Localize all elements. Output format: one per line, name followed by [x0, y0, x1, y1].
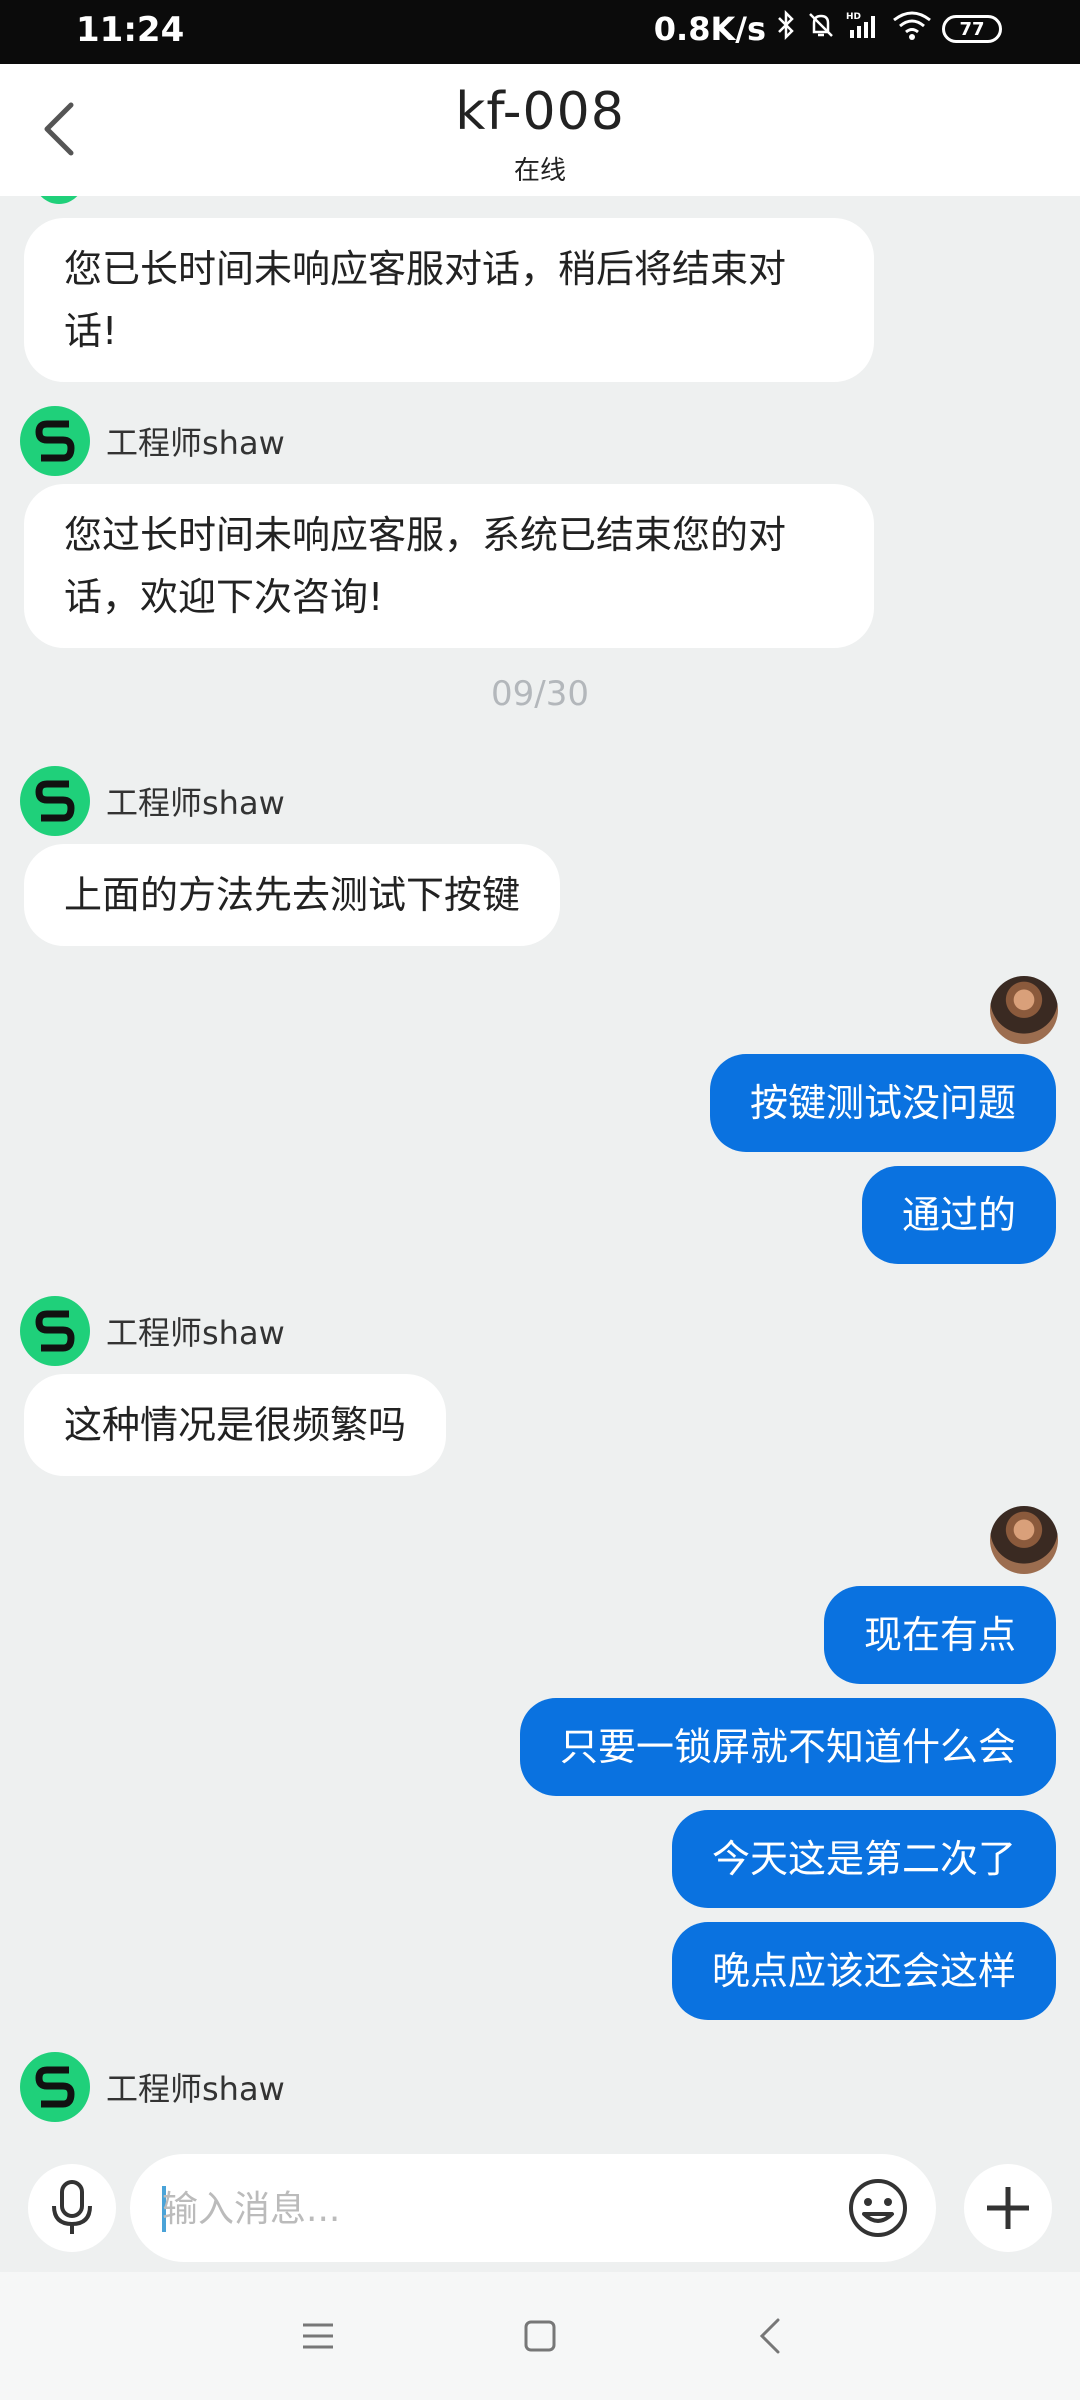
microphone-icon [52, 2180, 92, 2234]
agent-info: 工程师shaw [20, 406, 285, 476]
chat-header: kf-008 在线 [0, 64, 1080, 196]
menu-icon [303, 2323, 333, 2349]
message-bubble: 上面的方法先去测试下按键 [24, 844, 561, 946]
agent-logo-icon [35, 420, 75, 462]
agent-avatar[interactable] [20, 1296, 90, 1366]
message-text: 话! [64, 309, 118, 353]
signal-icon: HD [846, 10, 882, 48]
agent-logo-icon [35, 2066, 75, 2108]
page-title: kf-008 [455, 82, 625, 142]
user-avatar[interactable] [990, 976, 1058, 1044]
agent-name: 工程师shaw [106, 1314, 285, 1352]
system-nav-bar [0, 2272, 1080, 2400]
message-bubble-outgoing: 按键测试没问题 [709, 1054, 1056, 1152]
network-speed: 0.8K/s [653, 10, 766, 48]
message-input-container[interactable] [130, 2154, 936, 2262]
agent-info: 工程师shaw [20, 766, 285, 836]
nav-menu-button[interactable] [288, 2306, 348, 2366]
agent-info: 工程师shaw [20, 2052, 285, 2122]
nav-back-button[interactable] [740, 2306, 800, 2366]
agent-logo-icon [35, 780, 75, 822]
wifi-icon [892, 10, 932, 48]
status-indicators: 0.8K/s HD 77 [653, 9, 1002, 48]
agent-avatar[interactable] [20, 766, 90, 836]
agent-name: 工程师shaw [106, 424, 285, 462]
message-text: 您过长时间未响应客服，系统已结束您的对 [64, 513, 787, 557]
svg-text:HD: HD [846, 12, 861, 22]
message-list[interactable]: 您已长时间未响应客服对话，稍后将结束对 话! 工程师shaw 您过长时间未响应客… [0, 196, 1080, 2126]
agent-avatar[interactable] [20, 2052, 90, 2122]
agent-info: 工程师shaw [20, 1296, 285, 1366]
message-bubble-outgoing: 只要一锁屏就不知道什么会 [519, 1698, 1056, 1796]
agent-avatar-partial [34, 196, 84, 204]
home-icon [524, 2320, 556, 2352]
online-status: 在线 [513, 156, 566, 186]
message-bubble-outgoing: 今天这是第二次了 [671, 1810, 1056, 1908]
agent-logo-icon [35, 1310, 75, 1352]
message-bubble-outgoing: 通过的 [861, 1166, 1056, 1264]
mute-icon [806, 10, 836, 48]
message-text: 您已长时间未响应客服对话，稍后将结束对 [64, 247, 787, 291]
emoji-icon [849, 2179, 907, 2237]
nav-home-button[interactable] [510, 2306, 570, 2366]
message-input[interactable] [160, 2176, 844, 2242]
plus-icon [987, 2187, 1029, 2229]
status-bar: 11:24 0.8K/s HD 77 [0, 0, 1080, 64]
add-button[interactable] [964, 2164, 1052, 2252]
message-bubble: 您已长时间未响应客服对话，稍后将结束对 话! [24, 218, 874, 382]
agent-avatar[interactable] [20, 406, 90, 476]
input-bar [0, 2126, 1080, 2272]
battery-icon: 77 [942, 15, 1002, 43]
user-avatar[interactable] [990, 1506, 1058, 1574]
date-separator: 09/30 [491, 674, 589, 714]
message-bubble: 这种情况是很频繁吗 [24, 1374, 447, 1476]
agent-name: 工程师shaw [106, 2070, 285, 2108]
agent-name: 工程师shaw [106, 784, 285, 822]
message-bubble-outgoing: 现在有点 [823, 1586, 1056, 1684]
message-text: 话，欢迎下次咨询! [64, 575, 384, 619]
emoji-button[interactable] [838, 2168, 918, 2248]
message-bubble-outgoing: 晚点应该还会这样 [671, 1922, 1056, 2020]
bluetooth-icon [776, 9, 796, 48]
voice-button[interactable] [28, 2164, 116, 2252]
status-time: 11:24 [76, 10, 185, 50]
message-bubble: 您过长时间未响应客服，系统已结束您的对 话，欢迎下次咨询! [24, 484, 874, 648]
back-icon [759, 2318, 780, 2354]
